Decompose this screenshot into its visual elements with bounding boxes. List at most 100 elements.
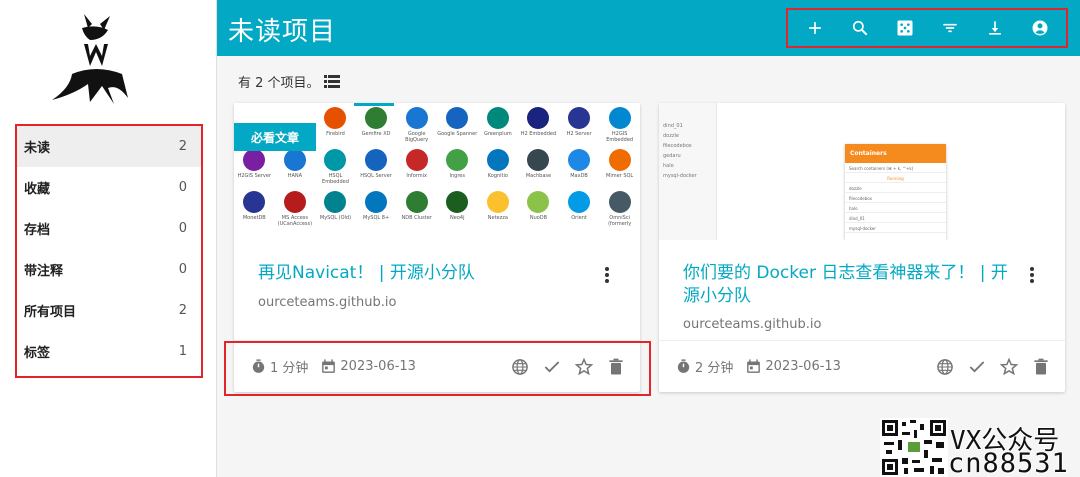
- star-button[interactable]: [574, 357, 594, 377]
- database-logo-item: OmniSci (formerly: [599, 191, 640, 227]
- sidebar-item-tags[interactable]: 标签 1: [17, 331, 201, 372]
- database-name: Orient: [571, 215, 587, 221]
- star-outline-icon: [574, 357, 594, 375]
- list-view-toggle[interactable]: [323, 74, 340, 89]
- star-button[interactable]: [999, 357, 1019, 377]
- entry-title-link[interactable]: 再见Navicat！ | 开源小分队: [258, 262, 598, 285]
- qr-code-image: [880, 418, 948, 477]
- sidebar: 未读 2 收藏 0 存档 0 带注释 0 所有项目 2 标签 1: [0, 0, 217, 477]
- database-logo-icon: [608, 191, 631, 213]
- sidebar-item-count: 1: [178, 344, 187, 359]
- open-original-button[interactable]: [510, 357, 530, 377]
- trash-icon: [1034, 358, 1048, 374]
- database-name: MySQL 8+: [363, 215, 390, 221]
- mark-read-button[interactable]: [967, 357, 987, 377]
- open-original-button[interactable]: [935, 357, 955, 377]
- database-name: MySQL (Old): [319, 215, 352, 221]
- docker-sidebar-item: halo: [663, 163, 674, 169]
- database-logo-item: MaxDB: [559, 149, 600, 185]
- sidebar-item-count: 2: [178, 303, 187, 318]
- database-logo-icon: [486, 149, 509, 171]
- database-logo-item: Orient: [559, 191, 600, 227]
- database-logo-icon: [486, 107, 509, 129]
- sidebar-item-archive[interactable]: 存档 0: [17, 208, 201, 249]
- database-name: H2 Embedded: [520, 131, 557, 137]
- database-name: MonetDB: [242, 215, 266, 221]
- database-name: MS Access (UCanAccess): [277, 215, 313, 227]
- database-logo-item: Ingres: [437, 149, 478, 185]
- wallabag-logo[interactable]: [44, 14, 134, 110]
- database-logo-icon: [243, 191, 266, 213]
- database-logo-icon: [527, 191, 550, 213]
- database-logo-item: MySQL 8+: [356, 191, 397, 227]
- database-logo-icon: [608, 149, 631, 171]
- database-logo-icon: [405, 149, 428, 171]
- database-logo-item: Informix: [396, 149, 437, 185]
- more-options-button[interactable]: [1027, 265, 1037, 285]
- database-logo-icon: [365, 191, 388, 213]
- page-title: 未读项目: [228, 17, 337, 47]
- docker-container-row: dozzle: [845, 183, 946, 193]
- entry-actions: [510, 357, 626, 377]
- mark-read-button[interactable]: [542, 357, 562, 377]
- database-logo-item: MySQL (Old): [315, 191, 356, 227]
- item-count-text: 有 2 个项目。: [238, 76, 320, 91]
- sidebar-item-annotated[interactable]: 带注释 0: [17, 249, 201, 290]
- database-logo-item: HSQL Embedded: [315, 149, 356, 185]
- database-logo-item: MonetDB: [234, 191, 275, 227]
- entry-actions: [935, 357, 1051, 377]
- sidebar-item-all[interactable]: 所有项目 2: [17, 290, 201, 331]
- docker-sidebar-item: dozzle: [663, 133, 679, 139]
- sidebar-nav: 未读 2 收藏 0 存档 0 带注释 0 所有项目 2 标签 1: [15, 124, 203, 378]
- entry-date: 2023-06-13: [320, 358, 416, 375]
- account-button[interactable]: [1025, 13, 1055, 43]
- database-logo-item: HANA: [275, 149, 316, 185]
- database-name: Google BigQuery: [405, 131, 429, 143]
- globe-icon: [937, 358, 953, 375]
- add-button[interactable]: [800, 13, 830, 43]
- database-logo-item: Firebird: [315, 107, 356, 143]
- docker-container-row: dind_01: [845, 213, 946, 223]
- database-name: MaxDB: [570, 173, 588, 179]
- filter-button[interactable]: [935, 13, 965, 43]
- more-options-button[interactable]: [602, 265, 612, 285]
- globe-icon: [512, 358, 528, 375]
- search-icon: [852, 20, 867, 36]
- entry-date: 2023-06-13: [745, 358, 841, 375]
- sidebar-item-label: 未读: [24, 141, 51, 156]
- entry-domain: ourceteams.github.io: [258, 295, 397, 310]
- random-button[interactable]: [890, 13, 920, 43]
- export-button[interactable]: [980, 13, 1010, 43]
- database-logo-icon: [243, 149, 266, 171]
- sidebar-item-starred[interactable]: 收藏 0: [17, 167, 201, 208]
- delete-button[interactable]: [606, 357, 626, 377]
- entry-thumbnail[interactable]: Firebird Gemfire XD Google BigQuery Google …: [234, 103, 640, 240]
- database-name: Netezza: [487, 215, 508, 221]
- database-logo-item: H2 Server: [559, 107, 600, 143]
- sidebar-item-unread[interactable]: 未读 2: [17, 126, 201, 167]
- sidebar-item-label: 标签: [24, 346, 51, 361]
- entry-card[interactable]: Firebird Gemfire XD Google BigQuery Google …: [234, 103, 640, 392]
- database-logo-icon: [568, 191, 591, 213]
- database-logo-icon: [324, 107, 347, 129]
- database-name: NDB Cluster: [401, 215, 432, 221]
- sidebar-item-count: 0: [178, 180, 187, 195]
- entry-card[interactable]: dind_01 dozzle filecodebox gedaru halo mysql-…: [659, 103, 1065, 392]
- search-button[interactable]: [845, 13, 875, 43]
- entry-ribbon: 必看文章: [234, 123, 316, 151]
- database-name: NuoDB: [529, 215, 548, 221]
- database-logo-item: Machbase: [518, 149, 559, 185]
- database-name: HSQL Server: [360, 173, 392, 179]
- database-logo-item: MS Access (UCanAccess): [275, 191, 316, 227]
- delete-button[interactable]: [1031, 357, 1051, 377]
- database-name: H2GIS Server: [237, 173, 272, 179]
- docker-sidebar-preview: dind_01 dozzle filecodebox gedaru halo mysql-…: [659, 103, 717, 240]
- entry-thumbnail[interactable]: dind_01 dozzle filecodebox gedaru halo mysql-…: [659, 103, 1065, 240]
- filter-icon: [942, 23, 957, 33]
- database-logo-icon: [283, 149, 306, 171]
- entry-title-link[interactable]: 你们要的 Docker 日志查看神器来了！ | 开源小分队: [683, 262, 1023, 308]
- timer-icon: [252, 359, 265, 373]
- plus-icon: [808, 22, 821, 34]
- top-bar: 未读项目: [217, 0, 1080, 56]
- docker-sidebar-item: dind_01: [663, 123, 683, 129]
